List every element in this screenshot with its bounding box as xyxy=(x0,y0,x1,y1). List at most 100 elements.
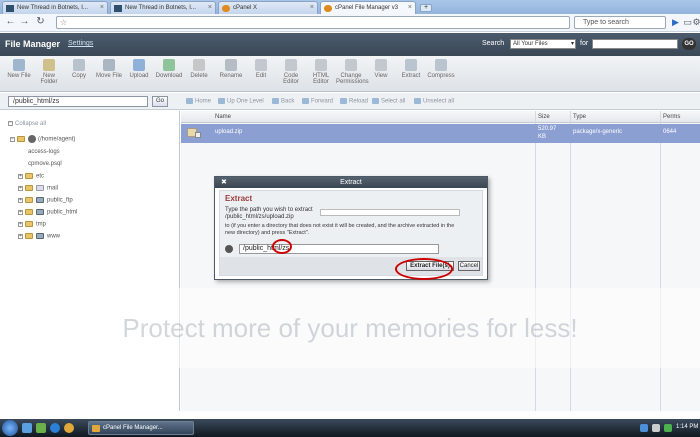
for-label: for xyxy=(580,40,589,47)
destination-path-input[interactable]: /public_html/zs xyxy=(239,244,439,254)
annotation-circle-extract xyxy=(395,258,453,280)
unselect-all-label: Unselect all xyxy=(423,98,455,105)
toolbar-button-compress[interactable]: Compress xyxy=(426,59,456,79)
toolbar-button-copy[interactable]: Copy xyxy=(64,59,94,79)
new-tab-button[interactable]: + xyxy=(420,4,432,12)
tree-item-cpmove[interactable]: cpmove.psql xyxy=(28,161,62,167)
up-one-level-link[interactable]: Up One Level xyxy=(218,98,264,105)
search-input[interactable]: Type to search xyxy=(574,16,666,29)
toolbar-button-label: Upload xyxy=(129,73,149,79)
toolbar-button-code-editor[interactable]: Code Editor xyxy=(276,59,306,85)
tray-icon[interactable] xyxy=(664,424,672,432)
path-input[interactable]: /public_html/zs xyxy=(8,96,148,107)
forward-arrow-icon[interactable]: → xyxy=(18,16,31,29)
view-icon xyxy=(375,59,387,71)
toolbar-button-label: Move File xyxy=(95,73,122,79)
toolbar-button-label: View xyxy=(374,73,388,79)
tree-item-access-logs[interactable]: access-logs xyxy=(28,149,60,155)
file-manager-header: File Manager Settings Search All Your Fi… xyxy=(0,33,700,56)
browser-icon xyxy=(92,425,100,432)
copy-icon xyxy=(73,59,85,71)
file-name: upload.zip xyxy=(215,129,243,135)
toolbar-button-label: Compress xyxy=(427,73,455,79)
reload-icon[interactable]: ↻ xyxy=(34,16,47,29)
tree-item-mail[interactable]: + mail xyxy=(18,185,58,192)
toolbar-button-label: Delete xyxy=(190,73,208,79)
cancel-button[interactable]: Cancel xyxy=(458,261,480,271)
show-desktop-icon[interactable] xyxy=(22,423,32,433)
toolbar-button-html-editor[interactable]: HTML Editor xyxy=(306,59,336,85)
close-tab-icon[interactable]: × xyxy=(208,2,212,14)
close-icon[interactable]: ✖ xyxy=(221,177,227,188)
play-icon[interactable]: ▶ xyxy=(670,17,681,28)
star-icon[interactable]: ☆ xyxy=(60,18,67,27)
network-icon[interactable] xyxy=(640,424,648,432)
browser-tab-1[interactable]: New Thread in Botnets, I... × xyxy=(2,1,108,14)
expand-icon: − xyxy=(10,135,15,142)
toolbar-button-rename[interactable]: Rename xyxy=(216,59,246,79)
tree-item-label: cpmove.psql xyxy=(28,161,62,167)
dialog-separator-line xyxy=(320,209,460,216)
taskbar-window-button[interactable]: cPanel File Manager... xyxy=(88,421,194,435)
page-favicon-icon xyxy=(114,5,122,12)
delete-icon xyxy=(193,59,205,71)
wrench-icon[interactable]: ⚙ xyxy=(691,17,700,28)
column-header-name[interactable]: Name xyxy=(215,114,231,120)
browser-tab-2[interactable]: New Thread in Botnets, I... × xyxy=(110,1,216,14)
quicklaunch-icon[interactable] xyxy=(36,423,46,433)
search-term-input[interactable] xyxy=(592,39,678,49)
close-tab-icon[interactable]: × xyxy=(408,2,412,14)
collapse-all-link[interactable]: − Collapse all xyxy=(8,121,46,127)
home-link[interactable]: Home xyxy=(186,98,211,105)
url-input[interactable]: ☆ xyxy=(56,16,570,29)
toolbar-button-move-file[interactable]: Move File xyxy=(94,59,124,79)
compress-icon xyxy=(435,59,447,71)
toolbar-button-edit[interactable]: Edit xyxy=(246,59,276,79)
volume-icon[interactable] xyxy=(652,424,660,432)
toolbar-button-view[interactable]: View xyxy=(366,59,396,79)
reload-link[interactable]: Reload xyxy=(340,98,368,105)
column-header-perms[interactable]: Perms xyxy=(663,114,680,120)
browser-tab-title: cPanel X xyxy=(233,5,258,11)
browser-icon[interactable] xyxy=(64,423,74,433)
start-button[interactable] xyxy=(2,420,18,436)
reload-icon xyxy=(340,98,347,104)
close-tab-icon[interactable]: × xyxy=(100,2,104,14)
search-placeholder: Type to search xyxy=(583,19,629,26)
close-tab-icon[interactable]: × xyxy=(310,2,314,14)
search-go-button[interactable]: GO xyxy=(682,38,696,50)
forward-link[interactable]: Forward xyxy=(302,98,333,105)
toolbar-button-download[interactable]: Download xyxy=(154,59,184,79)
toolbar-button-upload[interactable]: Upload xyxy=(124,59,154,79)
tree-item-etc[interactable]: + etc xyxy=(18,173,44,180)
toolbar-button-new-file[interactable]: New File xyxy=(4,59,34,79)
dialog-title-bar: ✖ Extract xyxy=(215,177,487,188)
download-icon xyxy=(163,59,175,71)
column-header-size[interactable]: Size xyxy=(538,114,550,120)
dialog-heading: Extract xyxy=(225,194,253,203)
page-title: File Manager xyxy=(5,39,61,49)
back-arrow-icon[interactable]: ← xyxy=(4,16,17,29)
back-link[interactable]: Back xyxy=(272,98,294,105)
annotation-circle-path xyxy=(272,239,292,254)
toolbar-button-label: Rename xyxy=(219,73,243,79)
search-scope-select[interactable]: All Your Files ▾ xyxy=(510,39,576,49)
folder-icon xyxy=(25,173,33,179)
internet-explorer-icon[interactable] xyxy=(50,423,60,433)
unselect-all-link[interactable]: Unselect all xyxy=(414,98,454,105)
browser-tab-4[interactable]: cPanel File Manager v3 × xyxy=(320,1,416,14)
browser-tab-title: New Thread in Botnets, I... xyxy=(125,5,196,11)
tree-root[interactable]: − (/home/agent) xyxy=(10,135,75,143)
toolbar-button-delete[interactable]: Delete xyxy=(184,59,214,79)
browser-tab-3[interactable]: cPanel X × xyxy=(218,1,318,14)
toolbar-button-label-2: Permissions xyxy=(336,79,369,85)
table-row[interactable]: upload.zip 520.97 KB package/x-generic 0… xyxy=(181,124,700,143)
settings-link[interactable]: Settings xyxy=(68,40,93,47)
toolbar-button-extract[interactable]: Extract xyxy=(396,59,426,79)
column-header-type[interactable]: Type xyxy=(573,114,586,120)
path-go-button[interactable]: Go xyxy=(152,96,168,107)
select-all-link[interactable]: Select all xyxy=(372,98,405,105)
toolbar-button-permissions[interactable]: Change Permissions xyxy=(336,59,369,85)
checkbox-icon xyxy=(414,98,421,104)
toolbar-button-new-folder[interactable]: New Folder xyxy=(34,59,64,85)
